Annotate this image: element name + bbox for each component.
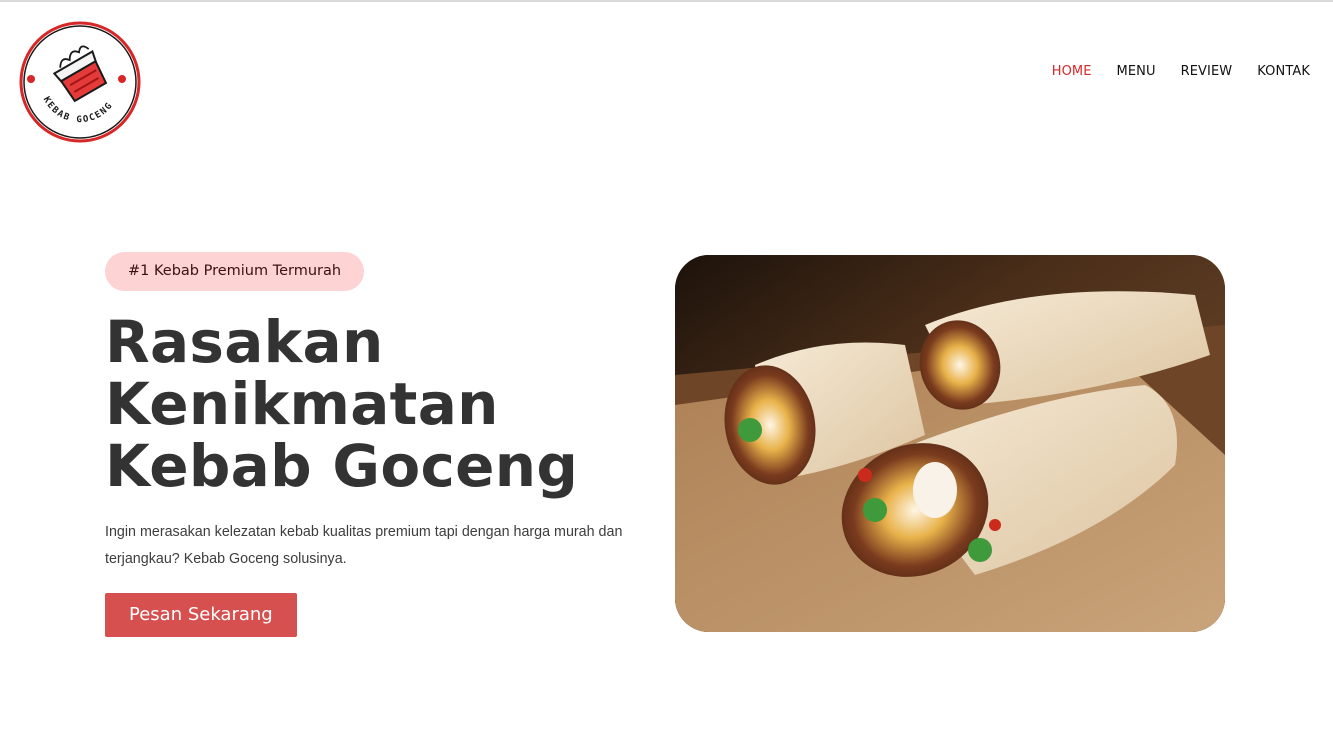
hero-headline: Rasakan Kenikmatan Kebab Goceng — [105, 311, 665, 497]
kebab-photo-illustration — [675, 255, 1225, 632]
kebab-wrap-icon: KEBAB GOCENG — [19, 21, 141, 143]
hero-badge: #1 Kebab Premium Termurah — [105, 252, 365, 291]
brand-logo[interactable]: KEBAB GOCENG — [19, 21, 141, 143]
hero-description: Ingin merasakan kelezatan kebab kualitas… — [105, 524, 623, 567]
hero-image — [675, 255, 1225, 632]
site-header: KEBAB GOCENG HOME MENU REVIEW KONTAK — [0, 2, 1333, 152]
main-nav: HOME MENU REVIEW KONTAK — [1052, 64, 1310, 79]
nav-home[interactable]: HOME — [1052, 64, 1092, 79]
headline-line-1: Rasakan — [105, 308, 384, 376]
nav-kontak[interactable]: KONTAK — [1257, 64, 1310, 79]
nav-menu[interactable]: MENU — [1117, 64, 1156, 79]
headline-line-2: Kenikmatan — [105, 370, 499, 438]
hero-content: #1 Kebab Premium Termurah Rasakan Kenikm… — [105, 252, 665, 637]
order-now-button[interactable]: Pesan Sekarang — [105, 593, 297, 637]
nav-review[interactable]: REVIEW — [1181, 64, 1233, 79]
headline-line-3: Kebab Goceng — [105, 432, 579, 500]
